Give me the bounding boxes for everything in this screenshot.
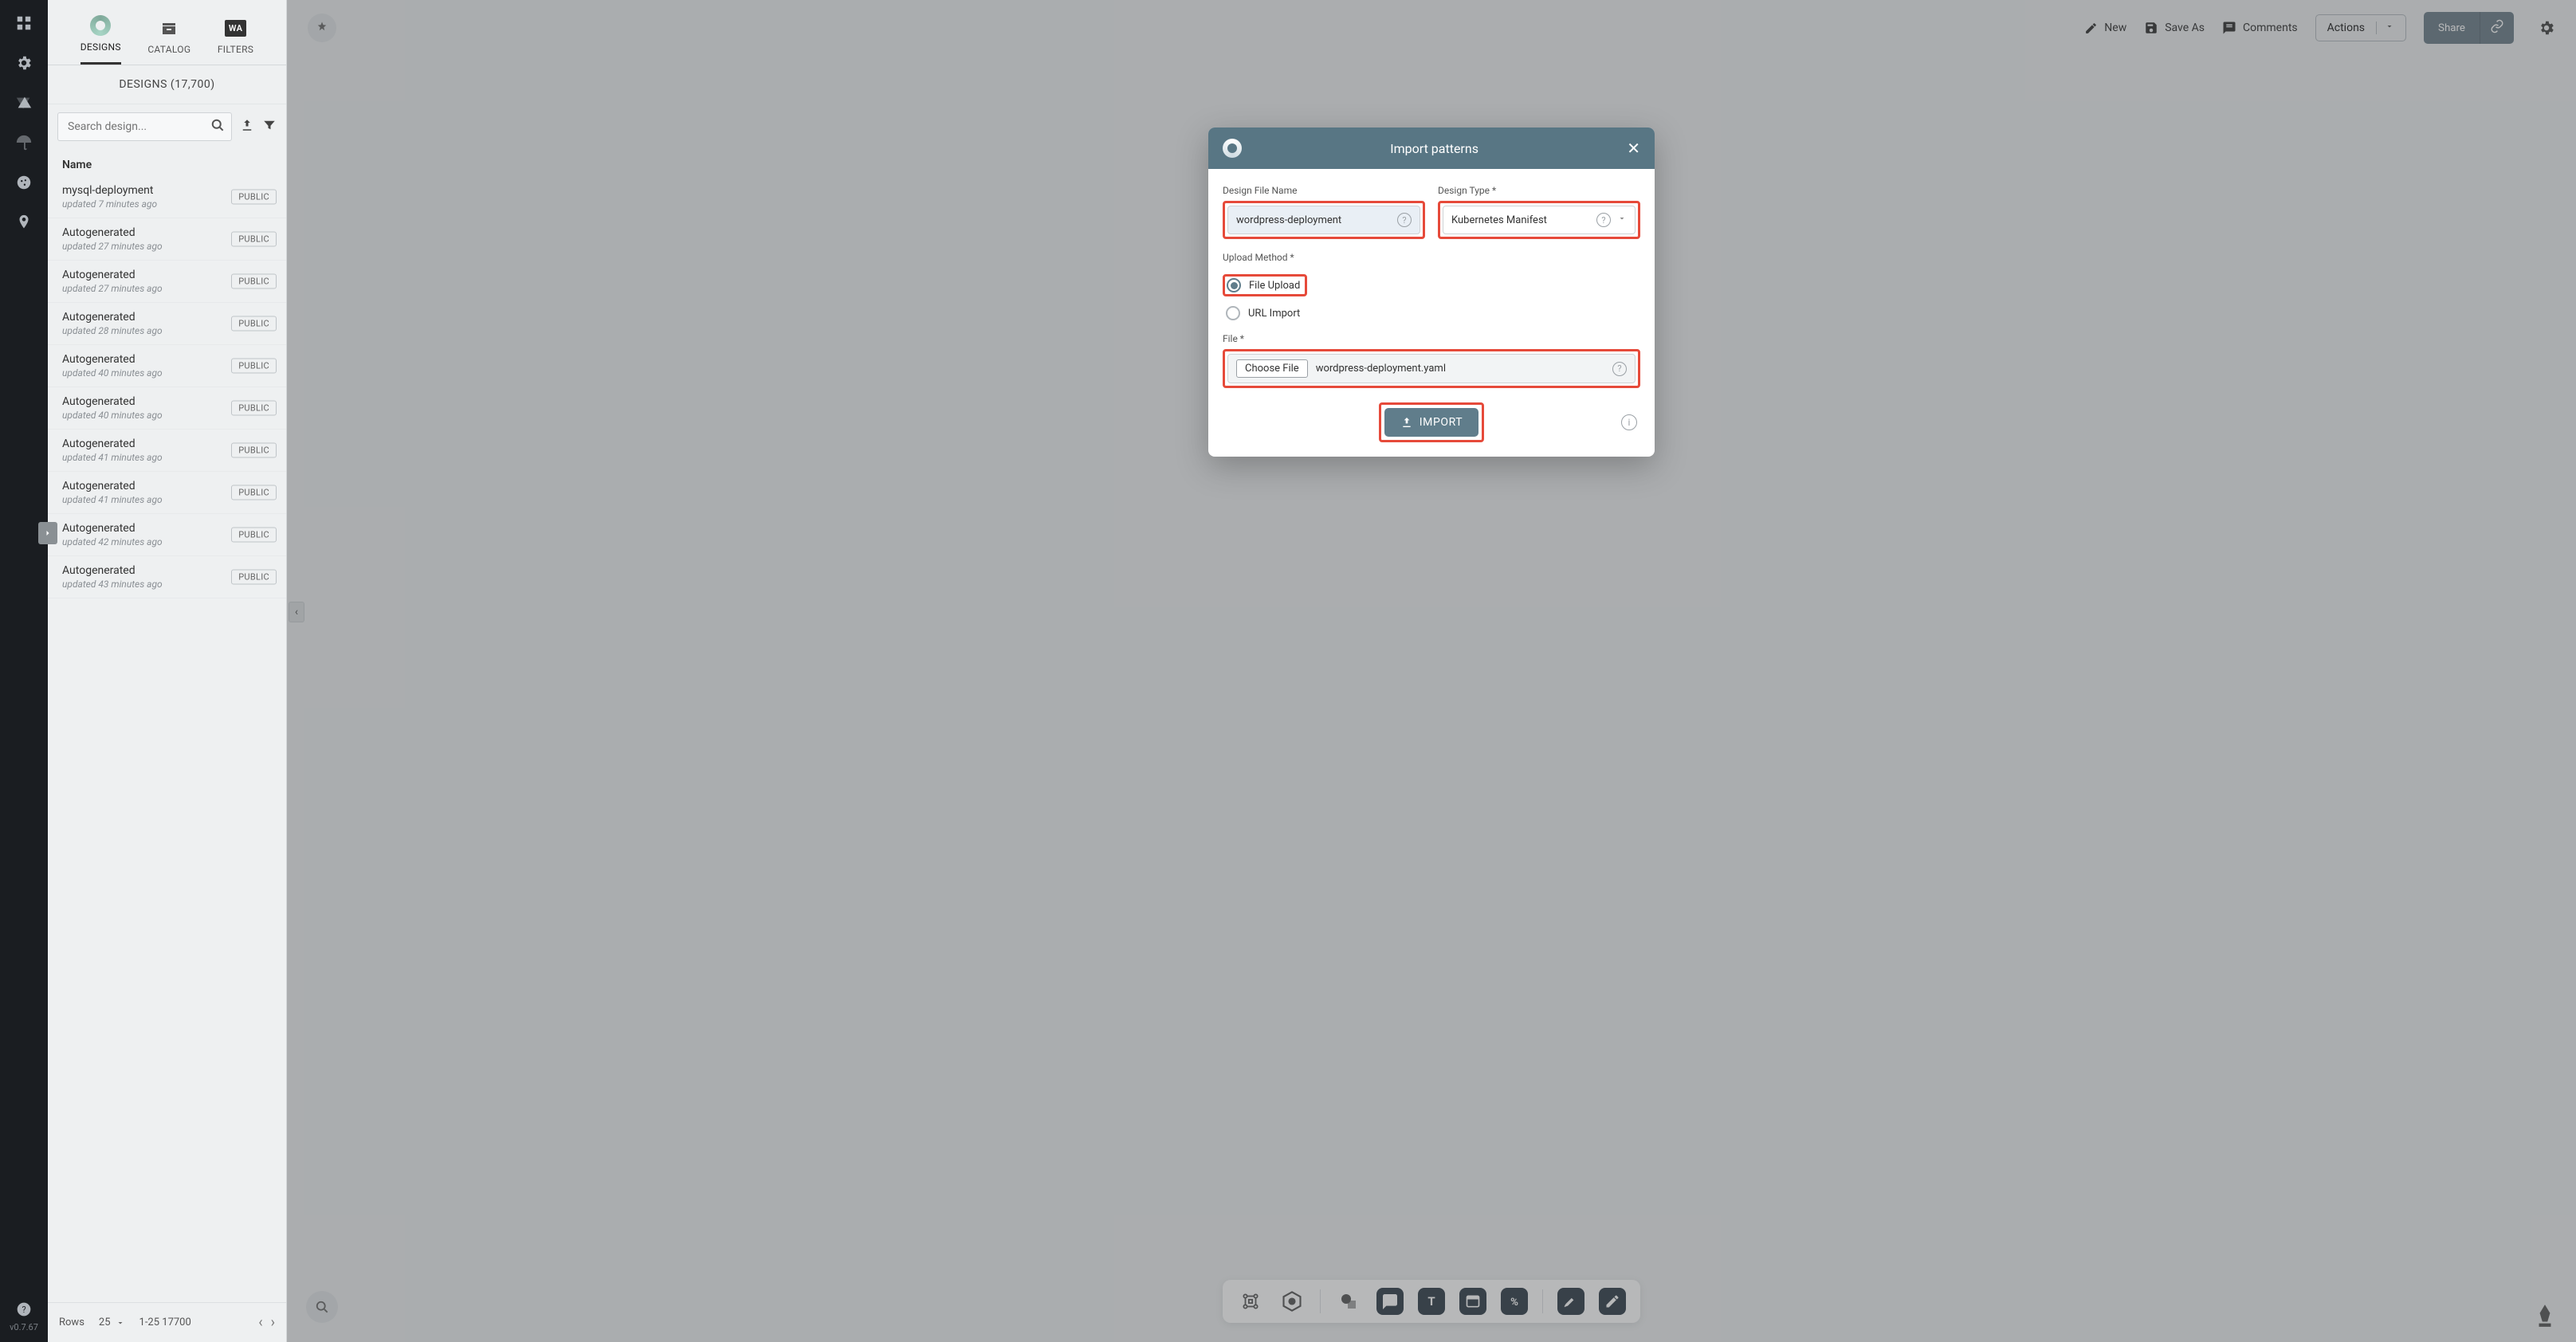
- catalog-icon: [157, 17, 181, 39]
- cookie-icon[interactable]: [15, 174, 33, 191]
- swirl-icon: [90, 15, 111, 36]
- design-type-select[interactable]: Kubernetes Manifest ?: [1443, 206, 1636, 234]
- design-list: mysql-deployment updated 7 minutes ago P…: [48, 176, 286, 1302]
- upload-icon[interactable]: [240, 118, 254, 135]
- visibility-badge: PUBLIC: [231, 359, 277, 374]
- import-modal: Import patterns ✕ Design File Name wordp…: [1208, 128, 1655, 457]
- tab-designs[interactable]: DESIGNS: [80, 14, 121, 65]
- file-label: File *: [1223, 333, 1640, 344]
- file-name-input[interactable]: wordpress-deployment ?: [1227, 206, 1420, 234]
- visibility-badge: PUBLIC: [231, 485, 277, 500]
- visibility-badge: PUBLIC: [231, 190, 277, 205]
- visibility-badge: PUBLIC: [231, 528, 277, 543]
- design-row[interactable]: Autogenerated updated 42 minutes ago PUB…: [48, 514, 286, 556]
- tab-catalog-label: CATALOG: [147, 44, 190, 55]
- visibility-badge: PUBLIC: [231, 274, 277, 289]
- visibility-badge: PUBLIC: [231, 570, 277, 585]
- tab-filters-label: FILTERS: [218, 44, 253, 55]
- prev-page[interactable]: ‹: [258, 1314, 262, 1331]
- pin-icon[interactable]: [15, 214, 33, 231]
- rows-label: Rows: [59, 1316, 84, 1328]
- next-page[interactable]: ›: [271, 1314, 275, 1331]
- settings-icon[interactable]: [15, 54, 33, 72]
- help-icon[interactable]: ?: [16, 1301, 32, 1317]
- design-row[interactable]: Autogenerated updated 28 minutes ago PUB…: [48, 303, 286, 345]
- choose-file-button[interactable]: Choose File: [1236, 359, 1308, 378]
- search-icon[interactable]: [210, 117, 226, 136]
- help-icon[interactable]: ?: [1612, 362, 1627, 376]
- filter-icon[interactable]: [262, 118, 277, 135]
- upload-method-label: Upload Method *: [1223, 252, 1640, 263]
- radio-file-upload[interactable]: File Upload: [1227, 278, 1300, 292]
- svg-text:?: ?: [22, 1305, 26, 1315]
- tab-catalog[interactable]: CATALOG: [147, 17, 190, 65]
- extensions-icon[interactable]: [15, 94, 33, 112]
- dashboard-icon[interactable]: [15, 14, 33, 32]
- design-row[interactable]: Autogenerated updated 41 minutes ago PUB…: [48, 472, 286, 514]
- modal-logo-icon: [1223, 139, 1242, 158]
- visibility-badge: PUBLIC: [231, 316, 277, 332]
- info-icon[interactable]: i: [1621, 414, 1637, 430]
- import-button[interactable]: IMPORT: [1384, 408, 1479, 437]
- search-input[interactable]: [57, 112, 232, 141]
- modal-overlay: Import patterns ✕ Design File Name wordp…: [287, 0, 2576, 1342]
- file-input[interactable]: Choose File wordpress-deployment.yaml ?: [1227, 354, 1636, 383]
- design-row[interactable]: mysql-deployment updated 7 minutes ago P…: [48, 176, 286, 218]
- help-icon[interactable]: ?: [1596, 213, 1611, 227]
- sidebar: DESIGNS CATALOG WA FILTERS DESIGNS (17,7…: [48, 0, 287, 1342]
- design-type-label: Design Type *: [1438, 185, 1640, 196]
- list-header-name: Name: [48, 146, 286, 176]
- file-name-label: Design File Name: [1223, 185, 1425, 196]
- version-label: v0.7.67: [10, 1322, 38, 1332]
- design-row[interactable]: Autogenerated updated 27 minutes ago PUB…: [48, 261, 286, 303]
- umbrella-icon[interactable]: [15, 134, 33, 151]
- modal-close-button[interactable]: ✕: [1627, 140, 1640, 156]
- visibility-badge: PUBLIC: [231, 232, 277, 247]
- rows-select[interactable]: 25: [99, 1316, 125, 1328]
- help-icon[interactable]: ?: [1397, 213, 1412, 227]
- left-rail: ? v0.7.67: [0, 0, 48, 1342]
- tab-filters[interactable]: WA FILTERS: [218, 17, 253, 65]
- design-row[interactable]: Autogenerated updated 41 minutes ago PUB…: [48, 430, 286, 472]
- design-row[interactable]: Autogenerated updated 40 minutes ago PUB…: [48, 387, 286, 430]
- designs-count-header: DESIGNS (17,700): [48, 65, 286, 104]
- rows-range: 1-25 17700: [139, 1316, 191, 1328]
- canvas-area: New Save As Comments Actions Share ‹ T %: [287, 0, 2576, 1342]
- design-row[interactable]: Autogenerated updated 40 minutes ago PUB…: [48, 345, 286, 387]
- caret-down-icon: [1617, 214, 1627, 226]
- selected-file-name: wordpress-deployment.yaml: [1316, 363, 1446, 375]
- visibility-badge: PUBLIC: [231, 401, 277, 416]
- radio-url-import[interactable]: URL Import: [1223, 306, 1640, 320]
- wa-icon: WA: [224, 17, 248, 39]
- tab-designs-label: DESIGNS: [80, 41, 121, 53]
- visibility-badge: PUBLIC: [231, 443, 277, 458]
- design-row[interactable]: Autogenerated updated 43 minutes ago PUB…: [48, 556, 286, 598]
- design-row[interactable]: Autogenerated updated 27 minutes ago PUB…: [48, 218, 286, 261]
- modal-title: Import patterns: [1242, 141, 1627, 156]
